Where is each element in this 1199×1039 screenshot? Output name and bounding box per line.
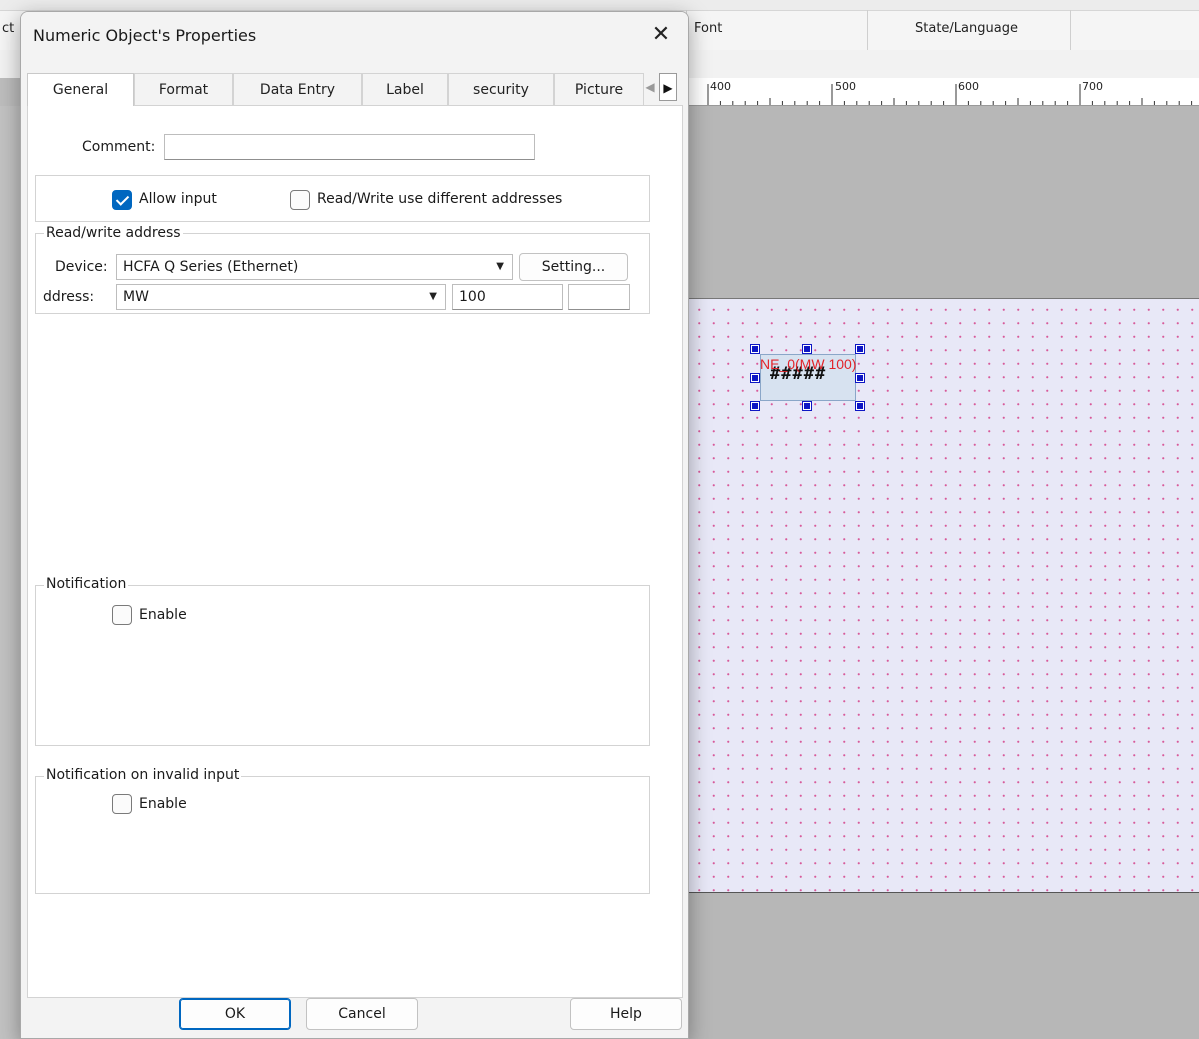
left-gutter [0, 106, 20, 1039]
help-button[interactable]: Help [570, 998, 682, 1030]
close-icon: ✕ [651, 22, 671, 47]
rw-different-addresses-label: Read/Write use different addresses [317, 191, 563, 207]
tab-label[interactable]: Label [362, 73, 448, 105]
ok-button[interactable]: OK [179, 998, 291, 1030]
address-type-select[interactable]: MW ▼ [116, 284, 446, 310]
ruler-label: 700 [1082, 80, 1103, 93]
resize-handle[interactable] [802, 344, 812, 354]
address-value-input[interactable]: 100 [452, 284, 563, 310]
rw-address-group-title: Read/write address [44, 225, 183, 241]
tab-scroll-left-icon[interactable]: ◀ [641, 73, 659, 101]
column-header-fragment: ct [2, 21, 15, 36]
cancel-button[interactable]: Cancel [306, 998, 418, 1030]
column-separator [867, 10, 868, 50]
ruler-label: 400 [710, 80, 731, 93]
allow-input-label: Allow input [139, 191, 217, 207]
device-select[interactable]: HCFA Q Series (Ethernet) ▼ [116, 254, 513, 280]
tab-format[interactable]: Format [134, 73, 233, 105]
address-type-value: MW [123, 289, 149, 305]
ruler-label: 600 [958, 80, 979, 93]
invalid-notification-enable-checkbox[interactable] [112, 794, 132, 814]
column-header-font[interactable]: Font [694, 10, 722, 50]
chevron-down-icon: ▼ [496, 261, 504, 272]
allow-input-checkbox[interactable] [112, 190, 132, 210]
comment-input[interactable] [164, 134, 535, 160]
device-select-value: HCFA Q Series (Ethernet) [123, 259, 299, 275]
resize-handle[interactable] [750, 401, 760, 411]
invalid-notification-group-title: Notification on invalid input [44, 767, 242, 783]
notification-group-title: Notification [44, 576, 129, 592]
address-label: ddress: [43, 289, 95, 305]
resize-handle[interactable] [802, 401, 812, 411]
resize-handle[interactable] [855, 373, 865, 383]
ruler-label: 500 [835, 80, 856, 93]
address-extra-input[interactable] [568, 284, 630, 310]
dialog-title-bar[interactable]: Numeric Object's Properties ✕ [21, 12, 688, 62]
tab-strip: General Format Data Entry Label security… [27, 73, 688, 106]
tab-data-entry[interactable]: Data Entry [233, 73, 362, 105]
device-label: Device: [55, 259, 108, 275]
horizontal-ruler: 400 500 600 700 [688, 78, 1199, 106]
notification-enable-checkbox[interactable] [112, 605, 132, 625]
resize-handle[interactable] [750, 373, 760, 383]
close-button[interactable]: ✕ [641, 20, 681, 52]
comment-label: Comment: [82, 139, 156, 155]
resize-handle[interactable] [855, 401, 865, 411]
resize-handle[interactable] [750, 344, 760, 354]
ruler-ticks [707, 84, 1193, 105]
rw-different-addresses-checkbox[interactable] [290, 190, 310, 210]
numeric-object-label: NE_0(MW 100) [760, 356, 857, 372]
tab-general[interactable]: General [27, 73, 134, 106]
notification-enable-label: Enable [139, 607, 187, 623]
general-tab-panel: Comment: Allow input Read/Write use diff… [27, 105, 683, 998]
column-separator [1070, 10, 1071, 50]
chevron-down-icon: ▼ [429, 291, 437, 302]
setting-button[interactable]: Setting... [519, 253, 628, 281]
tab-scroll-right-icon[interactable]: ▶ [659, 73, 677, 101]
resize-handle[interactable] [855, 344, 865, 354]
dialog-title: Numeric Object's Properties [33, 26, 257, 45]
tab-security[interactable]: security [448, 73, 554, 105]
tab-picture[interactable]: Picture [554, 73, 644, 105]
column-header-state-language[interactable]: State/Language [915, 10, 1018, 50]
invalid-notification-enable-label: Enable [139, 796, 187, 812]
properties-dialog: Numeric Object's Properties ✕ General Fo… [20, 11, 689, 1039]
